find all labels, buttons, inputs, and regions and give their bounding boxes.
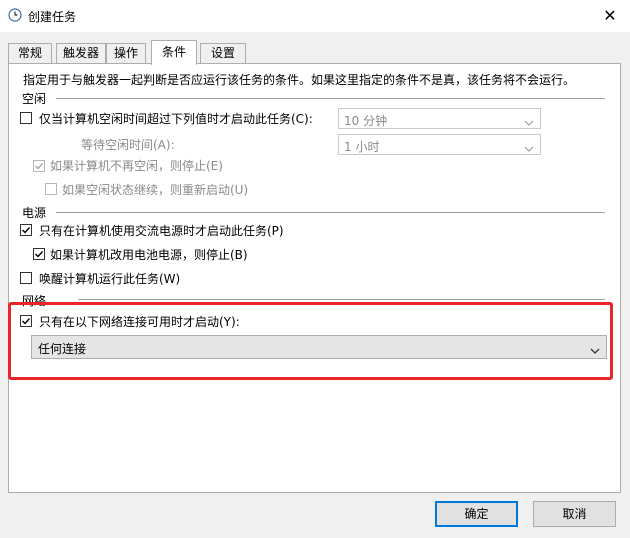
- chevron-down-icon: [590, 343, 600, 357]
- idle-duration-select[interactable]: 10 分钟: [338, 108, 541, 129]
- network-connection-select[interactable]: 任何连接: [31, 335, 607, 359]
- wait-idle-select[interactable]: 1 小时: [338, 134, 541, 155]
- network-heading: 网络: [22, 294, 47, 308]
- idle-heading: 空闲: [22, 92, 47, 106]
- power-heading: 电源: [22, 206, 47, 220]
- stop-on-battery-label: 如果计算机改用电池电源，则停止(B): [50, 248, 248, 262]
- restart-if-idle-checkbox[interactable]: [45, 183, 57, 195]
- wait-idle-label: 等待空闲时间(A):: [81, 138, 175, 152]
- tab-conditions[interactable]: 条件: [151, 40, 197, 65]
- ac-only-label: 只有在计算机使用交流电源时才启动此任务(P): [39, 224, 284, 238]
- tab-actions[interactable]: 操作: [106, 43, 146, 64]
- start-if-idle-checkbox[interactable]: [20, 112, 32, 124]
- stop-if-not-idle-checkbox[interactable]: [33, 160, 45, 172]
- chevron-down-icon: [524, 115, 534, 129]
- wake-checkbox[interactable]: [20, 272, 32, 284]
- start-if-network-label: 只有在以下网络连接可用时才启动(Y):: [39, 315, 240, 329]
- tab-settings[interactable]: 设置: [200, 43, 246, 64]
- start-if-network-checkbox[interactable]: [20, 315, 32, 327]
- start-if-idle-label: 仅当计算机空闲时间超过下列值时才启动此任务(C):: [39, 112, 313, 126]
- stop-on-battery-checkbox[interactable]: [33, 248, 45, 260]
- tab-general[interactable]: 常规: [8, 43, 52, 64]
- clock-icon: [8, 8, 22, 22]
- idle-separator: [56, 98, 605, 99]
- window-title: 创建任务: [28, 10, 77, 24]
- restart-if-idle-label: 如果空闲状态继续，则重新启动(U): [62, 183, 249, 197]
- checkmark-icon: [35, 251, 44, 258]
- chevron-down-icon: [524, 141, 534, 155]
- close-icon: ✕: [603, 5, 617, 25]
- close-button[interactable]: ✕: [590, 0, 630, 30]
- network-separator: [78, 299, 605, 300]
- checkmark-icon: [35, 163, 44, 170]
- ac-only-checkbox[interactable]: [20, 224, 32, 236]
- power-separator: [56, 212, 605, 213]
- intro-text: 指定用于与触发器一起判断是否应运行该任务的条件。如果这里指定的条件不是真，该任务…: [23, 73, 576, 87]
- stop-if-not-idle-label: 如果计算机不再空闲，则停止(E): [50, 159, 223, 173]
- wake-label: 唤醒计算机运行此任务(W): [39, 272, 181, 286]
- title-bar: 创建任务 ✕: [0, 0, 630, 32]
- checkmark-icon: [22, 227, 31, 234]
- cancel-button[interactable]: 取消: [533, 501, 616, 527]
- ok-button[interactable]: 确定: [435, 501, 518, 527]
- tab-triggers[interactable]: 触发器: [56, 43, 106, 64]
- checkmark-icon: [22, 318, 31, 325]
